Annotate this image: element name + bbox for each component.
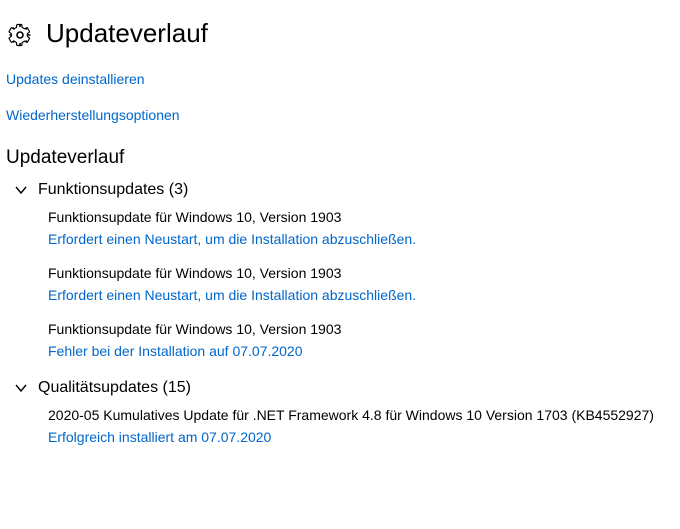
quality-updates-toggle[interactable]: Qualitätsupdates (15) [0,379,680,397]
chevron-down-icon [14,381,28,395]
uninstall-updates-link[interactable]: Updates deinstallieren [6,71,145,87]
feature-updates-category: Funktionsupdates (3) Funktionsupdate für… [0,181,680,359]
feature-updates-toggle[interactable]: Funktionsupdates (3) [0,181,680,199]
update-title: Funktionsupdate für Windows 10, Version … [48,321,680,337]
update-entry: Funktionsupdate für Windows 10, Version … [0,321,680,359]
feature-updates-label: Funktionsupdates (3) [38,181,188,199]
recovery-options-link[interactable]: Wiederherstellungsoptionen [6,107,180,123]
quality-updates-category: Qualitätsupdates (15) 2020-05 Kumulative… [0,379,680,445]
gear-icon [8,23,32,47]
history-section-heading: Updateverlauf [0,143,680,181]
update-entry: Funktionsupdate für Windows 10, Version … [0,265,680,303]
update-title: Funktionsupdate für Windows 10, Version … [48,209,680,225]
quality-updates-label: Qualitätsupdates (15) [38,379,191,397]
action-links: Updates deinstallieren Wiederherstellung… [0,67,680,143]
update-title: Funktionsupdate für Windows 10, Version … [48,265,680,281]
update-entry: 2020-05 Kumulatives Update für .NET Fram… [0,407,680,445]
page-header: Updateverlauf [0,0,680,67]
update-entry: Funktionsupdate für Windows 10, Version … [0,209,680,247]
update-status[interactable]: Fehler bei der Installation auf 07.07.20… [48,343,680,359]
update-status[interactable]: Erfordert einen Neustart, um die Install… [48,231,680,247]
page-title: Updateverlauf [46,18,208,49]
chevron-down-icon [14,183,28,197]
update-title: 2020-05 Kumulatives Update für .NET Fram… [48,407,680,423]
update-status[interactable]: Erfolgreich installiert am 07.07.2020 [48,429,680,445]
update-status[interactable]: Erfordert einen Neustart, um die Install… [48,287,680,303]
